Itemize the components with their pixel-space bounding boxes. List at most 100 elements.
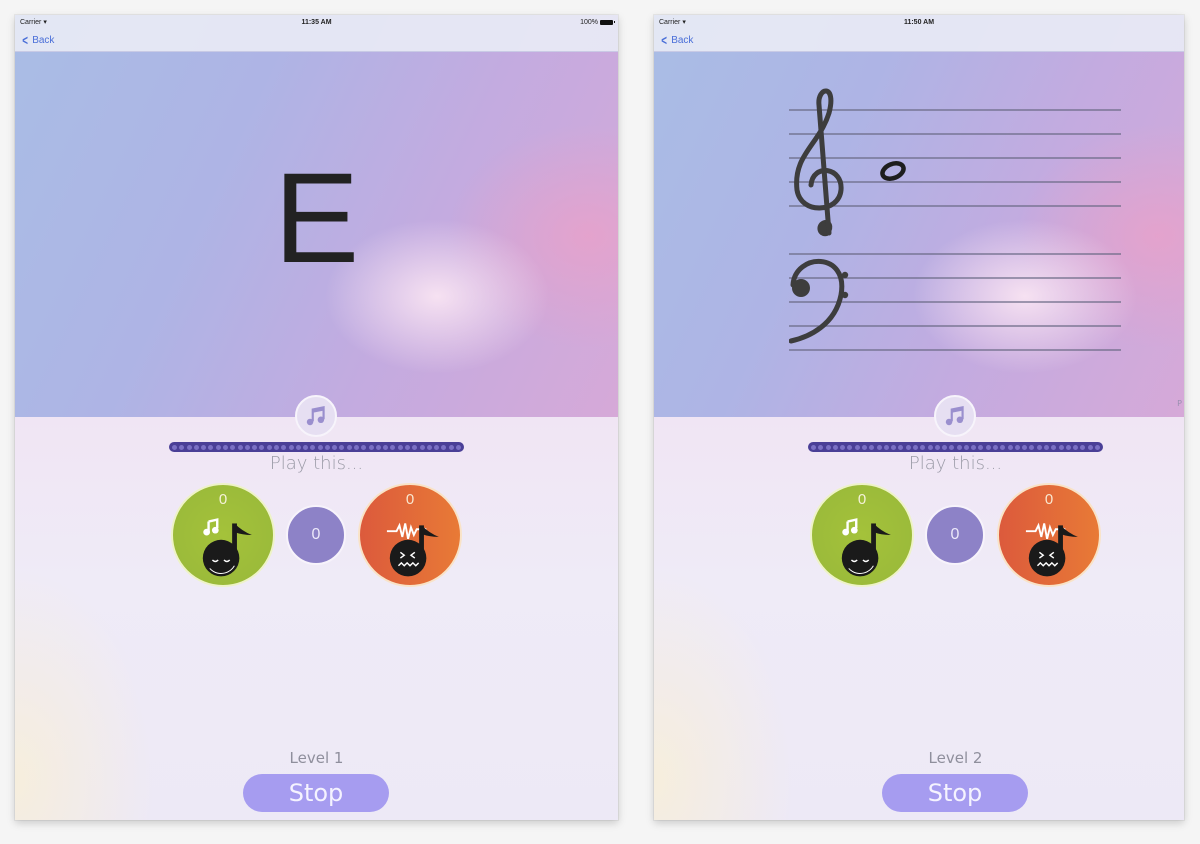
progress-dot [252,444,258,450]
progress-dot [354,444,360,450]
progress-dot [448,444,454,450]
progress-dot [215,444,221,450]
progress-dot [230,444,236,450]
happy-note-icon [202,518,252,577]
bass-clef-icon [789,259,849,344]
treble-clef-icon [794,88,844,237]
progress-dot [978,444,984,450]
progress-dot [1051,444,1057,450]
progress-dot [1065,444,1071,450]
progress-dot [201,444,207,450]
distressed-note-icon [1025,522,1078,577]
navigation-bar: < Back [15,29,618,52]
progress-dot [375,444,381,450]
back-button[interactable]: < Back [21,33,54,47]
music-note-icon [306,406,325,426]
progress-dot [825,444,831,450]
progress-dot [883,444,889,450]
progress-dot [317,444,323,450]
prompt-note-letter: E [273,147,360,290]
status-bar: Carrier ▾ 11:50 AM [654,15,1184,29]
progress-dot [1058,444,1064,450]
music-note-icon [945,406,964,426]
status-bar: Carrier ▾ 11:35 AM 100% [15,15,618,29]
happy-note-icon [841,518,891,577]
progress-dot [346,444,352,450]
progress-dot [818,444,824,450]
status-time: 11:35 AM [301,18,332,26]
progress-dot [942,444,948,450]
progress-dot [237,444,243,450]
status-time: 11:50 AM [903,18,935,26]
progress-dot [332,444,338,450]
chevron-left-icon: < [661,32,667,48]
progress-dot [172,444,177,450]
grand-staff [789,88,1121,351]
level-label: Level 2 [928,749,983,767]
progress-dot [993,444,999,450]
wrong-score-badge: 0 [997,483,1101,587]
progress-dot [244,444,250,450]
app-screen-level-2: Carrier ▾ 11:50 AM < Back P Play this...… [654,15,1184,820]
progress-dot [1022,444,1028,450]
play-note-button[interactable] [934,395,976,437]
battery-icon [600,19,615,25]
progress-dot [1029,444,1035,450]
progress-dot [412,444,418,450]
progress-dot [934,444,940,450]
progress-dot [361,444,367,450]
progress-dot [434,444,440,450]
neutral-score-badge: 0 [286,505,346,565]
progress-dot [310,444,316,450]
progress-dot [1000,444,1006,450]
offscreen-label-fragment: P [1177,399,1182,408]
progress-dot [455,444,461,450]
play-note-button[interactable] [295,395,337,437]
progress-dot [288,444,294,450]
progress-dot [1073,444,1079,450]
distressed-note-icon [386,522,439,577]
progress-dot [405,444,410,450]
neutral-count: 0 [950,526,960,543]
progress-dot [956,444,962,450]
progress-dot [222,444,228,450]
progress-dot [927,444,933,450]
progress-dot [963,444,969,450]
progress-dot [1036,444,1042,450]
neutral-score-badge: 0 [925,505,985,565]
app-screen-level-1: Carrier ▾ 11:35 AM 100% < Back E Play th… [15,15,618,820]
progress-dot [876,444,882,450]
play-instruction: Play this... [269,453,364,474]
stop-button[interactable]: Stop [882,774,1028,812]
play-instruction: Play this... [908,453,1003,474]
progress-dot [441,444,447,450]
progress-dot [985,444,991,450]
progress-dot [193,444,199,450]
progress-dot [295,444,301,450]
progress-dot [339,444,345,450]
progress-dot [419,444,425,450]
progress-dot [179,444,185,450]
navigation-bar: < Back [654,29,1184,52]
progress-bar [169,442,464,452]
progress-dot [861,444,867,450]
correct-score-badge: 0 [810,483,914,587]
progress-dot [324,444,330,450]
progress-dot [1007,444,1013,450]
progress-dot [949,444,955,450]
progress-dot [186,444,192,450]
progress-dot [259,444,265,450]
progress-dot [1014,444,1020,450]
wrong-score-badge: 0 [358,483,462,587]
progress-dot [303,444,309,450]
progress-dot [891,444,897,450]
progress-dot [208,444,214,450]
progress-dot [832,444,838,450]
back-button[interactable]: < Back [660,33,693,47]
progress-dot [920,444,926,450]
progress-dot [912,444,918,450]
progress-dot [281,444,287,450]
progress-dot [273,444,279,450]
stop-button[interactable]: Stop [243,774,389,812]
progress-dot [971,444,977,450]
